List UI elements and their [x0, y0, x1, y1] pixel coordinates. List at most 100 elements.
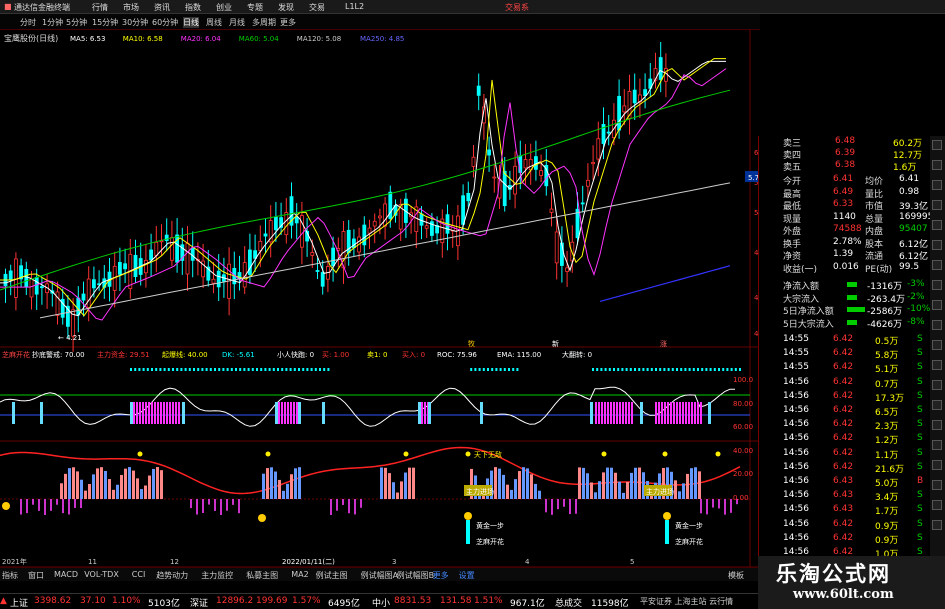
signal-tick — [621, 368, 624, 371]
indicator-tab[interactable]: 例试主图 — [316, 570, 348, 581]
toolbar-icon-14[interactable] — [932, 400, 942, 410]
tick-volume: 0.5万 — [875, 337, 899, 347]
candle-body — [143, 259, 148, 274]
capital-flow-bar — [298, 467, 301, 499]
tab-1min[interactable]: 1分钟 — [42, 17, 63, 28]
toolbar-icon-7[interactable] — [932, 260, 942, 270]
tab-daily[interactable]: 日线 — [183, 17, 199, 28]
indicator-tab[interactable]: 私募主图 — [246, 570, 278, 581]
tab-60min[interactable]: 60分钟 — [152, 17, 178, 28]
tab-fenshi[interactable]: 分时 — [20, 17, 36, 28]
quote-label: 内盘 — [865, 227, 884, 237]
toolbar-icon-9[interactable] — [932, 300, 942, 310]
signal-tick — [650, 368, 653, 371]
tick-volume: 0.7万 — [875, 379, 899, 390]
indicator-tab[interactable]: VOL-TDX — [84, 570, 119, 579]
capital-flow-bar — [286, 483, 289, 499]
toolbar-icon-6[interactable] — [932, 240, 942, 250]
tab-5min[interactable]: 5分钟 — [66, 17, 87, 28]
indicator-tab[interactable]: 主力监控 — [201, 570, 233, 581]
tick-side: S — [917, 447, 923, 458]
tab-monthly[interactable]: 月线 — [229, 17, 245, 28]
chart-area[interactable]: 宝鹰股份(日线) MA5: 6.53 MA10: 6.58 MA20: 6.04 MA… — [0, 30, 758, 567]
magenta-signal-bar — [172, 402, 174, 424]
indicator-tab[interactable]: 更多 — [433, 570, 449, 581]
menu-item-1[interactable]: 行情 — [92, 2, 108, 13]
toolbar-icon-10[interactable] — [932, 320, 942, 330]
tick-price: 6.42 — [833, 419, 854, 430]
menu-item-5[interactable]: 创业 — [216, 2, 232, 13]
toolbar-icon-2[interactable] — [932, 160, 942, 170]
tick-time: 14:56 — [783, 376, 809, 387]
tick-row: 14:56 6.43 5.0万 B — [759, 476, 934, 490]
menu-item-4[interactable]: 指数 — [185, 2, 201, 13]
quote-panel: 卖三 6.48 60.2万 卖四 6.39 12.7万 卖五 6.38 1.6万 今开 6.41 均… — [758, 136, 945, 609]
menu-item-3[interactable]: 资讯 — [154, 2, 170, 13]
indicator-tab[interactable]: MA2 — [291, 570, 308, 579]
template-button[interactable]: 模板 — [728, 570, 744, 581]
tick-side: S — [917, 532, 923, 543]
capital-flow-bar — [60, 483, 63, 499]
menu-item-2[interactable]: 市场 — [123, 2, 139, 13]
tick-volume: 1.1万 — [875, 450, 899, 461]
toolbar-icon-4[interactable] — [932, 200, 942, 210]
tab-weekly[interactable]: 周线 — [206, 17, 222, 28]
tab-multi-period[interactable]: 多周期 — [252, 17, 276, 28]
candle-body — [658, 57, 663, 80]
toolbar-icon-11[interactable] — [932, 340, 942, 350]
capital-flow-bar — [132, 470, 135, 499]
indicator-tab[interactable]: 指标 — [2, 570, 18, 581]
indicator-tab[interactable]: 例试幅图A — [361, 570, 398, 581]
toolbar-icon-13[interactable] — [932, 380, 942, 390]
toolbar-icon-15[interactable] — [932, 420, 942, 430]
indicator-header-item: 抄底警戒: 70.00 — [32, 350, 85, 359]
tick-price: 6.43 — [833, 504, 854, 515]
annotation-tianxia: 天下无敌 — [474, 450, 502, 459]
trade-menu[interactable]: 交易系 — [505, 2, 529, 13]
menu-item-7[interactable]: 发现 — [278, 2, 294, 13]
smiley-icon — [2, 502, 10, 510]
toolbar-icon-3[interactable] — [932, 180, 942, 190]
tick-price: 6.43 — [833, 490, 854, 501]
tick-time: 14:55 — [783, 334, 809, 344]
menu-item-6[interactable]: 专题 — [247, 2, 263, 13]
negative-flow-bar — [342, 499, 344, 505]
tab-more[interactable]: 更多 — [280, 17, 296, 28]
toolbar-icon-5[interactable] — [932, 220, 942, 230]
signal-tick — [310, 368, 313, 371]
candle-body — [596, 138, 601, 160]
signal-tick — [222, 368, 225, 371]
signal-tick — [256, 368, 258, 371]
cyan-signal-bar — [130, 402, 133, 424]
indicator-tab[interactable]: CCI — [132, 570, 146, 579]
capital-flow-bar — [682, 483, 685, 499]
indicator-tab[interactable]: 例试幅图B — [397, 570, 435, 581]
toolbar-icon-19[interactable] — [932, 500, 942, 510]
tab-15min[interactable]: 15分钟 — [92, 17, 118, 28]
quote-value: 2.78% — [833, 236, 862, 247]
negative-flow-bar — [20, 499, 22, 515]
menu-item-8[interactable]: 交易 — [309, 2, 325, 13]
indicator-tab[interactable]: 趋势动力 — [156, 570, 188, 581]
toolbar-icon-1[interactable] — [932, 140, 942, 150]
tick-price: 6.42 — [833, 376, 854, 387]
toolbar-icon-20[interactable] — [932, 520, 942, 530]
candle-body — [461, 195, 466, 225]
candle-body — [315, 270, 320, 272]
toolbar-icon-16[interactable] — [932, 440, 942, 450]
toolbar-icon-12[interactable] — [932, 360, 942, 370]
toolbar-icon-18[interactable] — [932, 480, 942, 490]
capital-flow-bar — [124, 468, 127, 499]
indicator-header-item: 起爆线: 40.00 — [162, 350, 208, 359]
indicator-tab[interactable]: 窗口 — [28, 570, 44, 581]
menu-item-9[interactable]: L1L2 — [345, 2, 364, 11]
toolbar-icon-8[interactable] — [932, 280, 942, 290]
annotation-zhuli: 主力进场 — [466, 487, 494, 496]
indicator-tab[interactable]: MACD — [54, 570, 78, 579]
toolbar-icon-17[interactable] — [932, 460, 942, 470]
magenta-signal-bar — [622, 402, 624, 424]
capital-flow-bar — [494, 467, 497, 499]
tab-30min[interactable]: 30分钟 — [122, 17, 148, 28]
negative-flow-bar — [32, 499, 34, 505]
indicator-tab[interactable]: 设置 — [459, 570, 475, 581]
